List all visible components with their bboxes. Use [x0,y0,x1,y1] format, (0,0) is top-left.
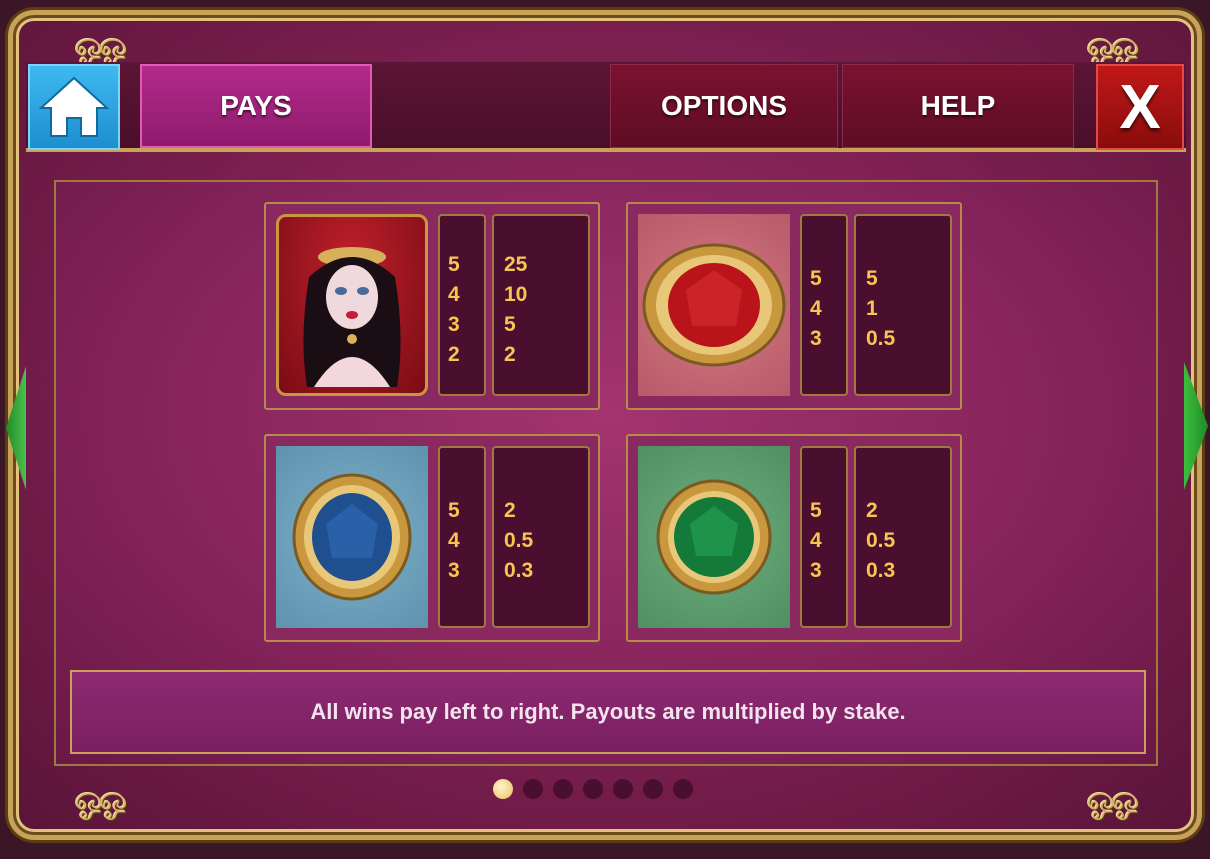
tab-options[interactable]: OPTIONS [610,64,838,148]
home-icon [39,76,109,137]
count-value: 2 [448,343,460,366]
payout-value: 0.3 [504,559,534,582]
home-button[interactable] [28,64,120,150]
count-value: 4 [810,529,822,552]
payout-value: 10 [504,283,528,306]
page-dot[interactable] [673,779,693,799]
payout-value: 5 [866,267,878,290]
symbol-count-column: 5 4 3 [800,214,848,396]
paytable-note: All wins pay left to right. Payouts are … [70,670,1146,754]
tab-pays[interactable]: PAYS [140,64,372,148]
page-dot[interactable] [583,779,603,799]
payout-value: 0.5 [504,529,534,552]
symbol-count-column: 5 4 3 [438,446,486,628]
count-value: 3 [810,327,822,350]
count-value: 4 [810,297,822,320]
count-value: 5 [810,499,822,522]
count-value: 4 [448,529,460,552]
corner-ornament-icon: ஓஓ [1086,25,1139,65]
paytable-card: 5 4 3 5 1 0.5 [626,202,962,410]
count-value: 3 [448,559,460,582]
tab-help[interactable]: HELP [842,64,1074,148]
payout-value: 2 [866,499,878,522]
paytable-card: 5 4 3 2 0.5 0.3 [264,434,600,642]
lady-portrait-symbol-icon [276,214,428,396]
page-dot[interactable] [643,779,663,799]
symbol-count-column: 5 4 3 2 [438,214,486,396]
close-button[interactable]: X [1096,64,1184,150]
paytable-card: 5 4 3 2 0.5 0.3 [626,434,962,642]
payout-column: 25 10 5 2 [492,214,590,396]
count-value: 5 [448,253,460,276]
payout-column: 5 1 0.5 [854,214,952,396]
payout-value: 0.3 [866,559,896,582]
payout-column: 2 0.5 0.3 [854,446,952,628]
payout-column: 2 0.5 0.3 [492,446,590,628]
count-value: 5 [448,499,460,522]
corner-ornament-icon: ஓஓ [1086,779,1139,819]
red-gem-symbol-icon [638,214,790,396]
payout-value: 1 [866,297,878,320]
count-value: 3 [448,313,460,336]
page-dot[interactable] [613,779,633,799]
blue-gem-symbol-icon [276,446,428,628]
page-dot-active[interactable] [493,779,513,799]
green-gem-symbol-icon [638,446,790,628]
payout-value: 0.5 [866,529,896,552]
payout-value: 2 [504,499,516,522]
payout-value: 5 [504,313,516,336]
page-dot[interactable] [553,779,573,799]
corner-ornament-icon: ஓஓ [74,25,127,65]
count-value: 3 [810,559,822,582]
count-value: 4 [448,283,460,306]
page-indicator [493,779,693,799]
page-dot[interactable] [523,779,543,799]
symbol-count-column: 5 4 3 [800,446,848,628]
corner-ornament-icon: ஓஓ [74,779,127,819]
payout-value: 2 [504,343,516,366]
count-value: 5 [810,267,822,290]
payout-value: 25 [504,253,528,276]
paytable-card: 5 4 3 2 25 10 5 2 [264,202,600,410]
payout-value: 0.5 [866,327,896,350]
